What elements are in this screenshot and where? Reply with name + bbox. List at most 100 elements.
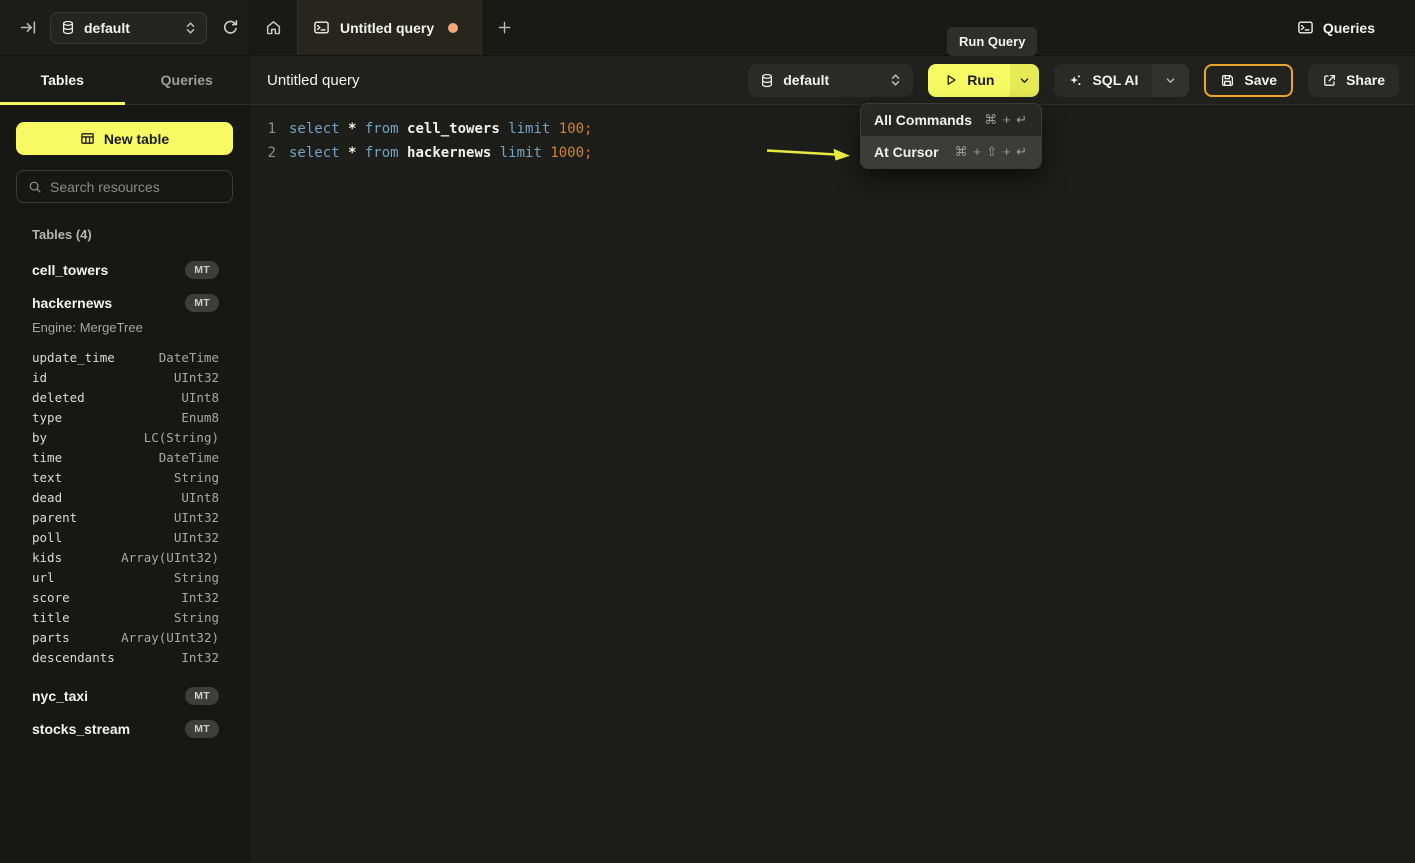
sidebar-tab-tables[interactable]: Tables — [0, 56, 125, 104]
engine-badge: MT — [185, 294, 219, 312]
column-row-type: type Enum8 — [32, 407, 219, 427]
column-name: dead — [32, 490, 62, 505]
new-table-button[interactable]: New table — [16, 122, 233, 155]
sql-console-app: default Untitled query — [0, 0, 1415, 863]
tables-list: cell_towersMT hackernews MT Engine: MergeTr… — [32, 253, 219, 745]
token-ident: hackernews — [407, 145, 500, 161]
sidebar-tab-tables-label: Tables — [41, 72, 84, 88]
plus-icon — [497, 20, 512, 35]
run-query-tooltip-label: Run Query — [959, 34, 1025, 49]
sidebar: Tables Queries New table Tables (4) — [0, 56, 250, 863]
column-type: UInt32 — [174, 370, 219, 385]
column-name: poll — [32, 530, 62, 545]
share-external-icon — [1322, 73, 1337, 88]
table-engine-label: Engine: MergeTree — [32, 320, 219, 335]
column-name: id — [32, 370, 47, 385]
column-row-update_time: update_timeDateTime — [32, 347, 219, 367]
database-selector[interactable]: default — [50, 12, 207, 44]
chevron-updown-icon — [185, 21, 196, 35]
table-row-cell_towers[interactable]: cell_towersMT — [32, 253, 219, 286]
code-text: select * from hackernews limit 1000; — [276, 141, 592, 165]
column-name: url — [32, 570, 55, 585]
search-icon — [28, 180, 42, 194]
sidebar-tabs: Tables Queries — [0, 56, 249, 105]
column-name: title — [32, 610, 70, 625]
database-icon — [760, 73, 774, 88]
column-row-time: timeDateTime — [32, 447, 219, 467]
token-kw: limit — [508, 121, 559, 137]
save-button-label: Save — [1244, 72, 1277, 88]
menu-item-at-cursor[interactable]: At Cursor⌘ + ⇧ + ↵ — [861, 136, 1041, 168]
share-button[interactable]: Share — [1308, 64, 1399, 97]
column-name: text — [32, 470, 62, 485]
menu-item-label: At Cursor — [874, 144, 939, 160]
table-row-stocks_stream[interactable]: stocks_stream MT — [32, 712, 219, 745]
resource-list: Tables (4) cell_towersMThackernewsMTEngi… — [0, 203, 249, 863]
table-columns: update_timeDateTimeid UInt32 deleted UInt8 t… — [32, 347, 219, 667]
database-selector-value: default — [84, 20, 130, 36]
sidebar-collapse-icon[interactable] — [20, 19, 37, 36]
terminal-icon — [313, 19, 330, 36]
new-table-label: New table — [104, 131, 169, 147]
new-tab-button[interactable] — [482, 0, 526, 55]
token-kw: select — [289, 121, 348, 137]
run-button[interactable]: Run — [928, 64, 1010, 97]
column-type: UInt32 — [174, 510, 219, 525]
token-kw: limit — [500, 145, 551, 161]
sql-ai-label: SQL AI — [1092, 72, 1138, 88]
table-row-hackernews[interactable]: hackernews MT — [32, 286, 219, 319]
column-row-dead: dead UInt8 — [32, 487, 219, 507]
toolbar-database-selector[interactable]: default — [748, 64, 913, 97]
main-panel: Untitled query default — [250, 56, 1415, 863]
tab-untitled-query[interactable]: Untitled query — [297, 0, 482, 55]
menu-item-all-commands[interactable]: All Commands⌘ + ↵ — [861, 104, 1041, 136]
chevron-updown-icon — [890, 73, 901, 87]
column-type: Array(UInt32) — [121, 550, 219, 565]
run-button-group: Run — [928, 64, 1039, 97]
sidebar-tab-queries[interactable]: Queries — [125, 56, 250, 104]
toolbar-controls: default Run — [748, 64, 1399, 97]
column-type: Enum8 — [181, 410, 219, 425]
menu-item-shortcut: ⌘ + ↵ — [984, 112, 1028, 128]
home-tab[interactable] — [250, 0, 297, 55]
top-bar-left: default — [0, 0, 250, 55]
table-name: hackernews — [32, 295, 112, 311]
column-name: parts — [32, 630, 70, 645]
sidebar-tab-queries-label: Queries — [161, 72, 213, 88]
column-type: UInt32 — [174, 530, 219, 545]
column-type: UInt8 — [181, 490, 219, 505]
column-type: String — [174, 610, 219, 625]
table-row-nyc_taxi[interactable]: nyc_taxiMT — [32, 679, 219, 712]
token-kw: from — [365, 121, 407, 137]
column-row-score: scoreInt32 — [32, 587, 219, 607]
column-type: String — [174, 570, 219, 585]
column-name: parent — [32, 510, 77, 525]
column-name: deleted — [32, 390, 85, 405]
column-type: Int32 — [181, 590, 219, 605]
run-options-dropdown[interactable] — [1010, 64, 1039, 97]
chevron-down-icon — [1019, 75, 1030, 86]
table-name: stocks_stream — [32, 721, 130, 737]
queries-link[interactable]: Queries — [1297, 0, 1415, 55]
annotation-arrow — [762, 141, 858, 165]
code-text: select * from cell_towers limit 100; — [276, 117, 592, 141]
column-name: kids — [32, 550, 62, 565]
sql-ai-button[interactable]: SQL AI — [1054, 64, 1152, 97]
refresh-icon[interactable] — [222, 19, 239, 36]
sql-ai-dropdown[interactable] — [1152, 64, 1189, 97]
tab-strip: Untitled query Queries — [250, 0, 1415, 55]
share-button-label: Share — [1346, 72, 1385, 88]
sparkles-icon — [1068, 73, 1083, 88]
search-input[interactable] — [50, 179, 231, 195]
column-row-url: url String — [32, 567, 219, 587]
engine-badge: MT — [185, 261, 219, 279]
database-icon — [61, 20, 75, 35]
save-button[interactable]: Save — [1204, 64, 1293, 97]
column-row-parent: parent UInt32 — [32, 507, 219, 527]
token-num: 1000; — [550, 145, 592, 161]
token-op: * — [348, 121, 365, 137]
column-row-poll: poll UInt32 — [32, 527, 219, 547]
engine-badge: MT — [185, 720, 219, 738]
run-button-label: Run — [967, 72, 994, 88]
column-name: type — [32, 410, 62, 425]
